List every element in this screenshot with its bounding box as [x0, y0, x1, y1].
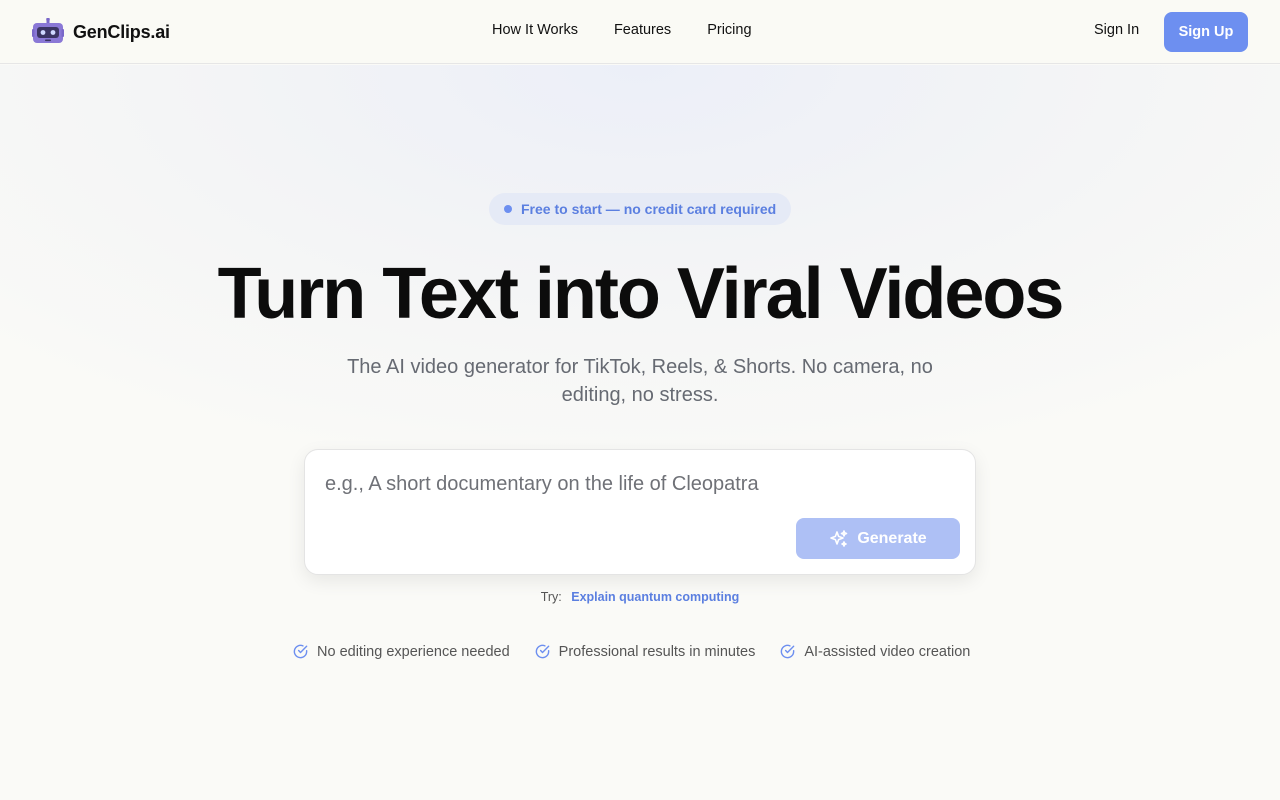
- check-circle-icon: [780, 644, 795, 659]
- nav-features[interactable]: Features: [614, 22, 671, 38]
- try-suggestion-row: Try: Explain quantum computing: [0, 590, 1280, 604]
- brand-name: GenClips.ai: [73, 21, 170, 42]
- badge-dot-icon: [504, 205, 512, 213]
- main-nav: How It Works Features Pricing: [492, 22, 788, 38]
- hero-headline: Turn Text into Viral Videos: [217, 254, 1065, 334]
- feature-list: No editing experience needed Professiona…: [292, 643, 994, 660]
- prompt-input[interactable]: [325, 468, 945, 500]
- feature-text: No editing experience needed: [317, 643, 510, 660]
- sign-in-link[interactable]: Sign In: [1094, 22, 1139, 38]
- robot-icon: [32, 18, 64, 43]
- try-label: Try:: [540, 590, 562, 604]
- page: GenClips.ai How It Works Features Pricin…: [0, 0, 1280, 800]
- check-circle-icon: [535, 644, 550, 659]
- hero-subheading: The AI video generator for TikTok, Reels…: [347, 356, 933, 406]
- feature-item: Professional results in minutes: [534, 643, 756, 660]
- sign-up-button[interactable]: Sign Up: [1164, 12, 1248, 52]
- free-badge: Free to start — no credit card required: [489, 193, 791, 225]
- sparkles-icon: [830, 529, 848, 547]
- prompt-card: Generate: [304, 449, 976, 575]
- feature-text: Professional results in minutes: [558, 643, 756, 660]
- badge-text: Free to start — no credit card required: [521, 201, 777, 217]
- generate-button[interactable]: Generate: [796, 518, 960, 559]
- generate-label: Generate: [857, 529, 927, 547]
- brand-logo-link[interactable]: GenClips.ai: [32, 18, 170, 46]
- top-navbar: GenClips.ai How It Works Features Pricin…: [0, 0, 1280, 64]
- check-circle-icon: [293, 644, 308, 659]
- nav-pricing[interactable]: Pricing: [707, 22, 751, 38]
- feature-item: AI-assisted video creation: [779, 643, 970, 660]
- nav-how-it-works[interactable]: How It Works: [492, 22, 578, 38]
- hero-background: [0, 65, 1280, 800]
- feature-item: No editing experience needed: [292, 643, 510, 660]
- feature-text: AI-assisted video creation: [804, 643, 971, 660]
- try-suggestion-link[interactable]: Explain quantum computing: [571, 590, 739, 604]
